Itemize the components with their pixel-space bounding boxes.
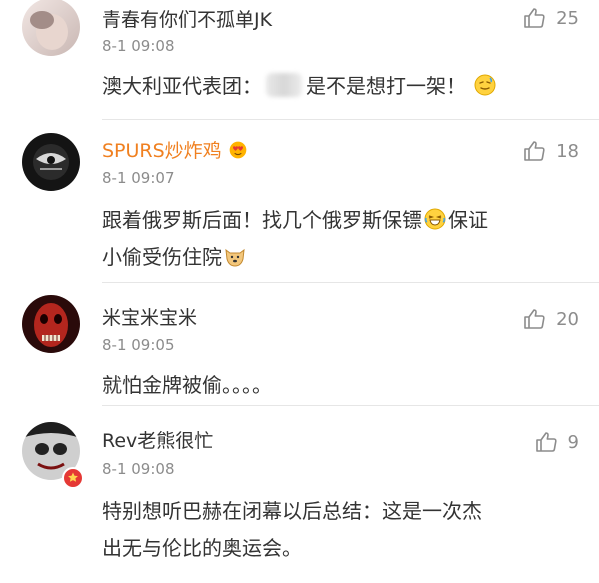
- username-text: SPURS炒炸鸡: [102, 140, 222, 162]
- username[interactable]: Rev老熊很忙: [102, 429, 213, 453]
- star-badge-icon: [68, 472, 78, 482]
- username[interactable]: 米宝米宝米: [102, 306, 197, 330]
- timestamp: 8-1 09:05: [102, 336, 175, 354]
- like-count: 18: [556, 140, 579, 162]
- comment-line: 特别想听巴赫在闭幕以后总结：这是一次杰: [102, 499, 482, 523]
- timestamp: 8-1 09:08: [102, 37, 175, 55]
- comment-text-part: 跟着俄罗斯后面！找几个俄罗斯保镖: [102, 208, 422, 232]
- thumbs-up-icon: [535, 432, 557, 452]
- comment-line: 跟着俄罗斯后面！找几个俄罗斯保镖 保证: [102, 202, 582, 239]
- comment-text-part: 澳大利亚代表团：: [102, 74, 262, 98]
- comment-text: 特别想听巴赫在闭幕以后总结：这是一次杰 出无与伦比的奥运会。: [102, 493, 582, 567]
- like-button[interactable]: 25: [522, 6, 579, 30]
- comment-text: 跟着俄罗斯后面！找几个俄罗斯保镖 保证 小偷受伤住院: [102, 202, 582, 276]
- laughing-tears-emoji-icon: [424, 208, 446, 230]
- timestamp: 8-1 09:07: [102, 169, 175, 187]
- sweat-smile-emoji-icon: [474, 74, 496, 96]
- username[interactable]: 青春有你们不孤单JK: [102, 8, 272, 32]
- like-count: 20: [556, 308, 579, 330]
- comment-line: 小偷受伤住院: [102, 239, 582, 276]
- like-button[interactable]: 9: [534, 430, 579, 454]
- comment-text: 澳大利亚代表团： 是不是想打一架！: [102, 68, 582, 105]
- comment-text: 就怕金牌被偷。。。。: [102, 373, 272, 397]
- avatar[interactable]: [22, 295, 80, 353]
- like-button[interactable]: 20: [522, 307, 579, 331]
- like-count: 25: [556, 7, 579, 29]
- timestamp: 8-1 09:08: [102, 460, 175, 478]
- divider: [102, 119, 599, 120]
- like-count: 9: [567, 431, 579, 453]
- comment-line: 出无与伦比的奥运会。: [102, 536, 302, 560]
- comment-text-part: 保证: [448, 208, 488, 232]
- thumbs-up-icon: [524, 309, 545, 329]
- thumbs-up-icon: [524, 8, 545, 28]
- divider: [102, 405, 599, 406]
- avatar[interactable]: [22, 133, 80, 191]
- thumbs-up-icon: [524, 141, 545, 161]
- divider: [102, 282, 599, 283]
- username[interactable]: SPURS炒炸鸡: [102, 139, 248, 163]
- blurred-mention: [266, 73, 302, 97]
- verified-badge: [62, 467, 84, 489]
- doge-emoji-icon: [225, 248, 245, 267]
- comment-text-part: 是不是想打一架！: [306, 74, 466, 98]
- comment-text-part: 小偷受伤住院: [102, 245, 222, 269]
- heart-face-icon: [229, 141, 247, 159]
- avatar[interactable]: [22, 0, 80, 56]
- like-button[interactable]: 18: [522, 139, 579, 163]
